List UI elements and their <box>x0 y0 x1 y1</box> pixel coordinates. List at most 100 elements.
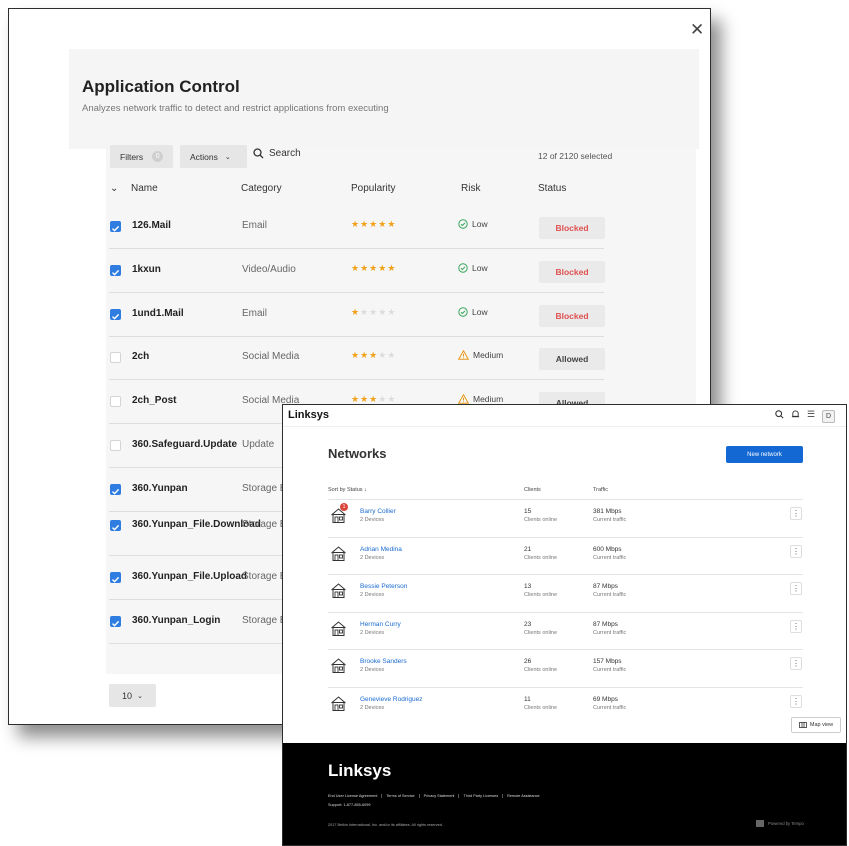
avatar[interactable]: D <box>822 410 836 423</box>
network-name[interactable]: Herman Curry <box>360 621 401 628</box>
network-row[interactable]: Brooke Sanders 2 Devices 26 Clients online 1… <box>328 649 803 687</box>
sort-by-status[interactable]: Sort by Status ↓ <box>328 487 367 493</box>
network-row[interactable]: Genevieve Rodriguez 2 Devices 11 Clients on… <box>328 686 803 725</box>
app-name[interactable]: 2ch <box>132 351 244 363</box>
star-icon: ★ <box>351 263 361 273</box>
check-circle-icon <box>458 219 468 229</box>
table-row[interactable]: 1und1.Mail Email ★★★★★ Low Blocked <box>109 293 605 337</box>
chevron-down-icon: ⌄ <box>137 692 143 700</box>
check-circle-icon <box>458 307 468 317</box>
row-checkbox[interactable] <box>110 352 121 363</box>
filters-button[interactable]: Filters 0 <box>110 145 174 168</box>
menu-icon[interactable]: ☰ <box>807 410 815 423</box>
risk-label: Medium <box>473 350 504 360</box>
footer-link[interactable]: Terms of Service <box>381 794 418 798</box>
more-options-icon[interactable]: ⋮ <box>790 582 802 595</box>
app-name[interactable]: 360.Yunpan_File.Download <box>132 519 261 531</box>
clients-count: 21 <box>524 545 532 553</box>
app-name[interactable]: 1und1.Mail <box>132 308 244 320</box>
status-badge[interactable]: Blocked <box>539 261 605 283</box>
search-input[interactable]: Search <box>253 148 301 159</box>
row-checkbox[interactable] <box>110 440 121 451</box>
risk-level: Low <box>458 219 488 229</box>
star-icon: ★ <box>360 263 370 273</box>
app-name[interactable]: 2ch_Post <box>132 395 244 407</box>
footer-links: End User License Agreement Terms of Serv… <box>328 794 544 798</box>
star-icon: ★ <box>387 263 397 273</box>
network-row[interactable]: Herman Curry 2 Devices 23 Clients online 87 … <box>328 611 803 650</box>
row-checkbox[interactable] <box>110 484 121 495</box>
chevron-down-icon: ⌄ <box>224 153 231 161</box>
table-row[interactable]: 2ch Social Media ★★★★★ Medium Allowed <box>109 336 605 380</box>
more-options-icon[interactable]: ⋮ <box>790 507 802 520</box>
footer-link[interactable]: Third Party Licenses <box>458 794 502 798</box>
more-options-icon[interactable]: ⋮ <box>790 619 802 633</box>
search-icon[interactable] <box>775 410 784 419</box>
app-name[interactable]: 360.Yunpan_File.Upload <box>132 571 247 583</box>
star-icon: ★ <box>378 219 388 229</box>
network-name[interactable]: Genevieve Rodriguez <box>360 696 423 703</box>
map-view-button[interactable]: Map view <box>791 717 841 733</box>
network-name[interactable]: Adrian Medina <box>360 546 402 553</box>
traffic-label: Current traffic <box>593 667 627 673</box>
network-row[interactable]: Adrian Medina 2 Devices 21 Clients online 60… <box>328 536 803 575</box>
column-header-risk[interactable]: Risk <box>461 183 480 194</box>
actions-dropdown[interactable]: Actions ⌄ <box>180 145 247 168</box>
footer-link[interactable]: End User License Agreement <box>328 794 381 798</box>
header-panel <box>69 49 699 149</box>
row-checkbox[interactable] <box>110 221 121 232</box>
close-icon[interactable]: ✕ <box>690 21 704 38</box>
footer-link[interactable]: Remote Assistance <box>502 794 544 798</box>
app-name[interactable]: 360.Yunpan_Login <box>132 615 244 627</box>
traffic-value: 87 Mbps <box>593 620 618 628</box>
app-name[interactable]: 360.Safeguard.Update <box>132 439 244 451</box>
star-icon: ★ <box>360 219 370 229</box>
clients-label: Clients online <box>524 554 558 561</box>
table-row[interactable]: 126.Mail Email ★★★★★ Low Blocked <box>109 205 605 249</box>
network-name[interactable]: Brooke Sanders <box>360 658 407 665</box>
device-count: 2 Devices <box>360 667 385 673</box>
traffic-label: Current traffic <box>593 554 627 561</box>
page-size-select[interactable]: 10 ⌄ <box>109 684 156 707</box>
bell-icon[interactable] <box>791 410 800 419</box>
app-category: Storage B <box>242 519 287 530</box>
more-options-icon[interactable]: ⋮ <box>790 544 802 558</box>
network-name[interactable]: Bessie Peterson <box>360 583 407 590</box>
app-name[interactable]: 1kxun <box>132 264 244 276</box>
star-icon: ★ <box>378 263 388 273</box>
status-badge[interactable]: Blocked <box>539 305 605 327</box>
expand-all-chevron-icon[interactable]: ⌄ <box>110 183 118 194</box>
row-checkbox[interactable] <box>110 396 121 407</box>
filters-label: Filters <box>120 151 144 162</box>
risk-level: Low <box>458 263 488 273</box>
app-name[interactable]: 126.Mail <box>132 220 244 232</box>
clients-label: Clients online <box>524 629 558 636</box>
app-category: Update <box>242 439 275 450</box>
status-badge[interactable]: Allowed <box>539 348 605 370</box>
device-count: 2 Devices <box>360 629 385 636</box>
app-name[interactable]: 360.Yunpan <box>132 483 244 495</box>
column-header-category[interactable]: Category <box>241 183 282 194</box>
column-header-name[interactable]: Name <box>131 183 158 194</box>
traffic-value: 600 Mbps <box>593 545 622 553</box>
new-network-button[interactable]: New network <box>726 446 803 463</box>
risk-label: Medium <box>473 394 504 404</box>
status-badge[interactable]: Blocked <box>539 217 605 239</box>
more-options-icon[interactable]: ⋮ <box>790 694 802 708</box>
network-name[interactable]: Barry Collier <box>360 508 396 515</box>
table-row[interactable]: 1kxun Video/Audio ★★★★★ Low Blocked <box>109 249 605 293</box>
network-row[interactable]: 1 Barry Collier 2 Devices 15 Clients online 3… <box>328 499 803 537</box>
map-icon <box>798 722 807 728</box>
footer-link[interactable]: Privacy Statement <box>418 794 459 798</box>
network-row[interactable]: Bessie Peterson 2 Devices 13 Clients online… <box>328 574 803 612</box>
more-options-icon[interactable]: ⋮ <box>790 657 802 670</box>
column-header-popularity[interactable]: Popularity <box>351 183 395 194</box>
column-header-status[interactable]: Status <box>538 183 566 194</box>
row-checkbox[interactable] <box>110 309 121 320</box>
star-icon: ★ <box>351 350 361 360</box>
row-checkbox[interactable] <box>110 520 121 531</box>
row-checkbox[interactable] <box>110 616 121 627</box>
row-checkbox[interactable] <box>110 265 121 276</box>
risk-level: Medium <box>458 350 503 360</box>
row-checkbox[interactable] <box>110 572 121 583</box>
